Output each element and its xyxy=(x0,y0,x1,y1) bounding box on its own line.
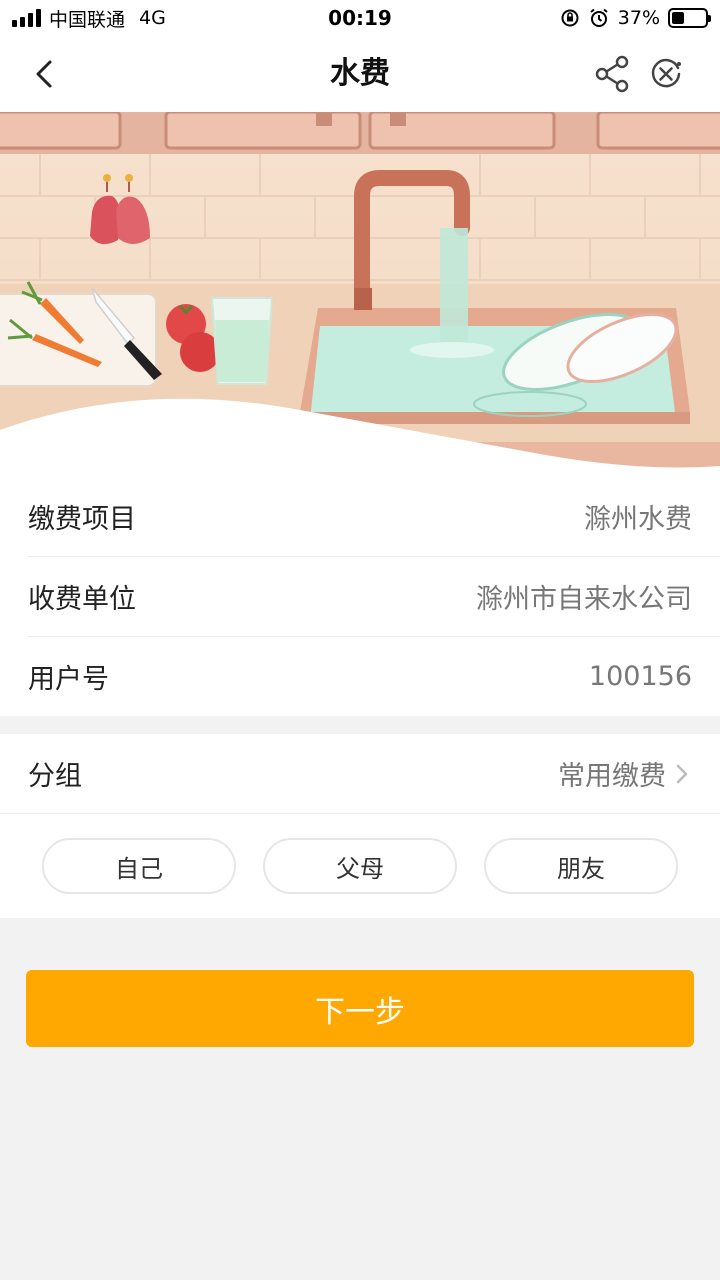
kitchen-sink-illustration xyxy=(0,112,720,478)
chevron-left-icon xyxy=(36,60,52,88)
group-selector[interactable]: 分组 常用缴费 xyxy=(0,734,720,814)
network-type: 4G xyxy=(139,7,166,29)
account-number-label: 用户号 xyxy=(28,663,109,695)
payment-item-value: 滁州水费 xyxy=(584,503,692,535)
payment-item-label: 缴费项目 xyxy=(28,503,136,535)
billing-unit-label: 收费单位 xyxy=(28,583,136,615)
battery-percent: 37% xyxy=(617,7,660,29)
alarm-icon xyxy=(590,8,608,27)
group-label: 分组 xyxy=(28,761,82,792)
navigation-bar: 水费 xyxy=(0,36,720,112)
info-row-payment-item: 缴费项目 滁州水费 xyxy=(0,476,720,556)
chevron-right-icon xyxy=(676,764,688,783)
signal-strength-icon xyxy=(12,9,41,27)
banner-illustration xyxy=(0,112,720,478)
close-circle-icon xyxy=(651,58,681,88)
payment-info-card: 缴费项目 滁州水费 收费单位 滁州市自来水公司 用户号 100156 xyxy=(0,476,720,716)
next-step-button[interactable]: 下一步 xyxy=(26,970,694,1047)
battery-icon xyxy=(668,8,711,28)
info-row-account-number: 用户号 100156 xyxy=(0,636,720,716)
group-chip-self[interactable]: 自己 xyxy=(42,838,236,894)
group-value: 常用缴费 xyxy=(558,761,666,792)
billing-unit-value: 滁州市自来水公司 xyxy=(476,583,692,615)
close-button[interactable] xyxy=(646,54,686,94)
share-icon xyxy=(595,55,629,93)
account-number-value: 100156 xyxy=(588,660,692,692)
group-chip-friends[interactable]: 朋友 xyxy=(484,838,678,894)
orientation-lock-icon xyxy=(561,9,579,27)
share-button[interactable] xyxy=(592,54,636,94)
group-chips: 自己 父母 朋友 xyxy=(0,814,720,894)
carrier-name: 中国联通 xyxy=(49,8,126,31)
group-chip-parents[interactable]: 父母 xyxy=(263,838,457,894)
back-button[interactable] xyxy=(26,54,66,94)
info-row-billing-unit: 收费单位 滁州市自来水公司 xyxy=(0,556,720,636)
status-bar: 中国联通 4G 00:19 37% xyxy=(0,0,720,36)
group-card: 分组 常用缴费 自己 父母 朋友 xyxy=(0,734,720,918)
